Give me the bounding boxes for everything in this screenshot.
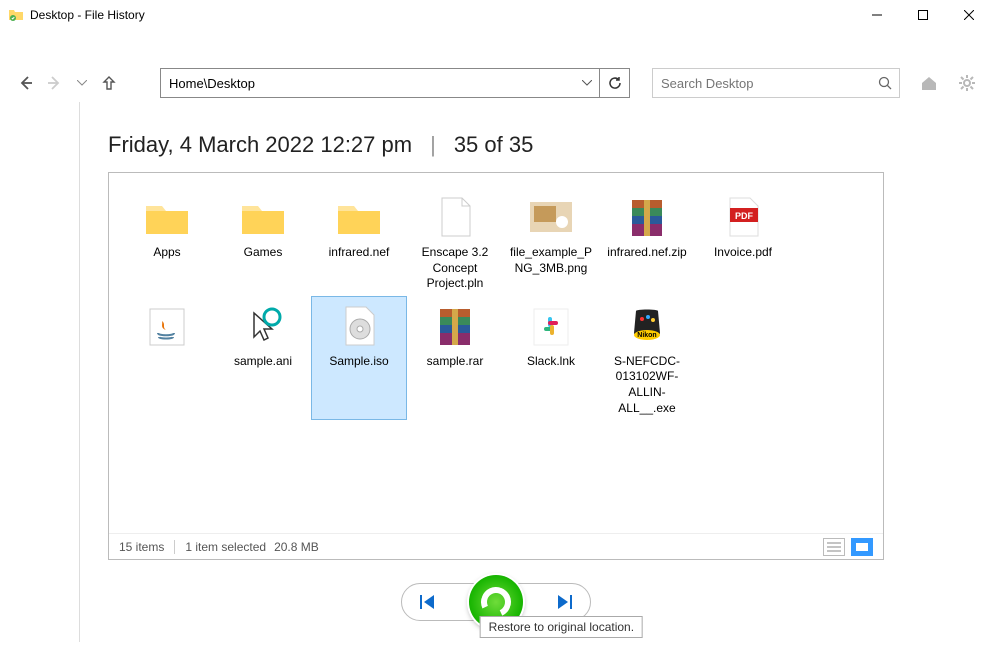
file-item[interactable]: sample.rar <box>407 296 503 420</box>
status-bar: 15 items 1 item selected 20.8 MB <box>109 533 883 559</box>
folder-icon <box>235 191 291 243</box>
snapshot-counter: 35 of 35 <box>454 132 534 158</box>
file-label: Games <box>244 245 283 261</box>
maximize-button[interactable] <box>900 0 946 30</box>
restore-tooltip: Restore to original location. <box>480 616 643 638</box>
folder-icon <box>139 191 195 243</box>
file-item[interactable]: infrared.nef <box>311 187 407 296</box>
java-icon <box>139 300 195 352</box>
nav-toolbar <box>0 64 992 102</box>
window-title: Desktop - File History <box>30 8 145 22</box>
snapshot-heading: Friday, 4 March 2022 12:27 pm | 35 of 35 <box>0 102 992 172</box>
status-selection: 1 item selected <box>185 540 266 554</box>
file-label: Slack.lnk <box>527 354 575 370</box>
address-input[interactable] <box>161 69 575 97</box>
file-item[interactable]: Nikon S-NEFCDC-013102WF-ALLIN-ALL__.exe <box>599 296 695 420</box>
file-label: S-NEFCDC-013102WF-ALLIN-ALL__.exe <box>603 354 691 416</box>
file-item[interactable]: file_example_PNG_3MB.png <box>503 187 599 296</box>
search-input[interactable] <box>653 76 871 91</box>
file-label: sample.ani <box>234 354 292 370</box>
minimize-button[interactable] <box>854 0 900 30</box>
status-item-count: 15 items <box>119 540 164 554</box>
forward-button[interactable] <box>46 71 64 95</box>
svg-text:Nikon: Nikon <box>637 332 656 339</box>
file-item[interactable]: Games <box>215 187 311 296</box>
file-item[interactable]: PDF Invoice.pdf <box>695 187 791 296</box>
file-panel: Apps Games infrared.nef Enscape 3.2 Concept… <box>108 172 884 560</box>
sidebar <box>0 102 80 642</box>
back-button[interactable] <box>16 71 34 95</box>
slack-icon <box>523 300 579 352</box>
address-dropdown[interactable] <box>575 69 599 97</box>
status-size: 20.8 MB <box>274 540 319 554</box>
file-label: Sample.iso <box>329 354 388 370</box>
view-details-icon[interactable] <box>823 538 845 556</box>
app-icon <box>8 7 24 23</box>
file-item[interactable]: Apps <box>119 187 215 296</box>
archive-icon <box>619 191 675 243</box>
file-grid: Apps Games infrared.nef Enscape 3.2 Concept… <box>109 173 883 434</box>
title-bar: Desktop - File History <box>0 0 992 30</box>
file-label: sample.rar <box>427 354 484 370</box>
timeline-controls: Restore to original location. <box>0 572 992 632</box>
up-button[interactable] <box>101 71 118 95</box>
close-button[interactable] <box>946 0 992 30</box>
iso-icon <box>331 300 387 352</box>
view-thumbnails-icon[interactable] <box>851 538 873 556</box>
file-label: Invoice.pdf <box>714 245 772 261</box>
file-label: Apps <box>153 245 180 261</box>
search-box <box>652 68 900 98</box>
home-icon[interactable] <box>920 72 938 94</box>
address-bar <box>160 68 630 98</box>
search-icon[interactable] <box>871 76 899 90</box>
file-item[interactable]: Slack.lnk <box>503 296 599 420</box>
svg-text:PDF: PDF <box>735 211 754 221</box>
image-icon <box>523 191 579 243</box>
history-dropdown[interactable] <box>76 71 89 95</box>
archive-icon <box>427 300 483 352</box>
file-item[interactable]: Sample.iso <box>311 296 407 420</box>
pdf-icon: PDF <box>715 191 771 243</box>
nikon-icon: Nikon <box>619 300 675 352</box>
next-version-button[interactable] <box>556 595 572 609</box>
refresh-button[interactable] <box>599 69 629 97</box>
snapshot-timestamp: Friday, 4 March 2022 12:27 pm <box>108 132 412 158</box>
previous-version-button[interactable] <box>420 595 436 609</box>
file-label: infrared.nef.zip <box>607 245 686 261</box>
heading-separator: | <box>430 132 436 158</box>
file-item[interactable]: infrared.nef.zip <box>599 187 695 296</box>
file-label: file_example_PNG_3MB.png <box>507 245 595 276</box>
file-label: infrared.nef <box>329 245 390 261</box>
file-label: Enscape 3.2 Concept Project.pln <box>411 245 499 292</box>
file-icon <box>427 191 483 243</box>
cursor-icon <box>235 300 291 352</box>
settings-icon[interactable] <box>958 72 976 94</box>
file-item[interactable]: Enscape 3.2 Concept Project.pln <box>407 187 503 296</box>
file-item[interactable]: sample.ani <box>215 296 311 420</box>
folder-icon <box>331 191 387 243</box>
file-item[interactable] <box>119 296 215 420</box>
